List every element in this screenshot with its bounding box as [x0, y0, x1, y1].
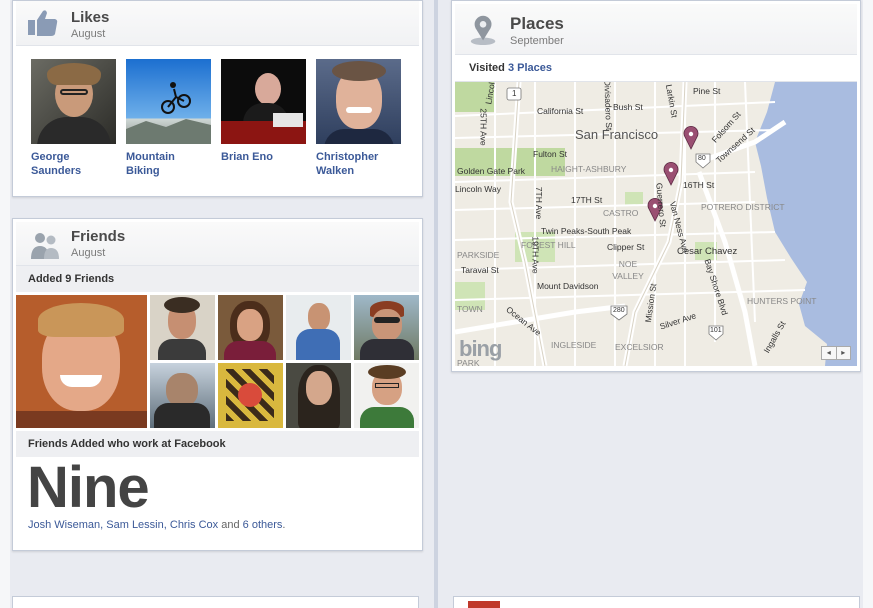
places-title: Places [510, 14, 564, 33]
friends-card: Friends August Added 9 Friends Friends A… [12, 218, 423, 551]
places-header: Places September [455, 4, 857, 55]
others-link[interactable]: 6 others [243, 519, 283, 531]
map-label-san-francisco: San Francisco [575, 127, 659, 142]
work-at-facebook-label: Friends Added who work at Facebook [16, 431, 419, 457]
friends-title: Friends [71, 228, 126, 245]
map-label-25th-ave: 25TH Ave [478, 108, 489, 146]
thumbs-up-icon [28, 10, 58, 37]
map-label-pine-st: Pine St [693, 86, 721, 96]
next-card-icon [468, 601, 500, 608]
hwy-101-shield: 101 [710, 327, 722, 334]
friend-count-word: Nine [27, 455, 150, 520]
friend-photo[interactable] [218, 363, 283, 428]
like-photo[interactable] [31, 59, 116, 144]
likes-subtitle: August [71, 28, 106, 40]
friend-photo[interactable] [354, 295, 419, 360]
map-prev-button[interactable]: ◂ [822, 347, 836, 359]
map-label-haight-ashbury: HAIGHT-ASHBURY [551, 164, 627, 174]
map-label-town: TOWN [457, 304, 483, 314]
visited-places-link[interactable]: 3 Places [508, 62, 552, 74]
places-map[interactable]: San Francisco California St Bush St Pine… [455, 82, 857, 366]
hwy-280-shield: 280 [613, 307, 625, 314]
places-card: Places September Visited 3 Places San Fr… [451, 0, 861, 372]
friends-icon [31, 233, 59, 259]
map-label-hunters-point: HUNTERS POINT [747, 296, 817, 306]
map-label-bush-st: Bush St [613, 102, 643, 112]
map-label-17th-st: 17TH St [571, 195, 603, 205]
map-label-taraval-st: Taraval St [461, 265, 499, 275]
location-pin-icon [470, 15, 496, 46]
friend-link-chris-cox[interactable]: Chris Cox [170, 519, 218, 531]
map-label-excelsior: EXCELSIOR [615, 342, 664, 352]
and-text: and [221, 519, 240, 531]
like-name[interactable]: Brian Eno [221, 150, 306, 164]
like-name[interactable]: Christopher Walken [316, 150, 401, 178]
map-label-clipper-st: Clipper St [607, 242, 645, 252]
friend-link-sam-lessin[interactable]: Sam Lessin [106, 519, 163, 531]
map-label-lincoln-way: Lincoln Way [455, 184, 501, 194]
like-photo[interactable] [126, 59, 211, 144]
like-brian-eno[interactable]: Brian Eno [221, 59, 306, 178]
map-label-mount-davidson: Mount Davidson [537, 281, 599, 291]
like-photo[interactable] [221, 59, 306, 144]
friend-photo-large[interactable] [16, 295, 147, 428]
map-label-16th-st: 16TH St [683, 180, 715, 190]
map-nav-controls: ◂ ▸ [821, 346, 851, 360]
likes-header: Likes August [16, 1, 419, 46]
map-label-ingleside: INGLESIDE [551, 340, 597, 350]
map-label-fulton-st: Fulton St [533, 149, 568, 159]
friend-photo[interactable] [354, 363, 419, 428]
left-gutter [0, 0, 10, 608]
map-label-twin-peaks: Twin Peaks-South Peak [541, 226, 632, 236]
like-christopher-walken[interactable]: Christopher Walken [316, 59, 401, 178]
next-card-right-stub [453, 596, 860, 608]
likes-title: Likes [71, 9, 110, 26]
map-label-19th-ave: 19TH Ave [530, 236, 541, 274]
like-name[interactable]: Mountain Biking [126, 150, 211, 178]
map-label-california-st: California St [537, 106, 584, 116]
friend-photo[interactable] [150, 295, 215, 360]
right-gutter [863, 0, 873, 608]
visited-places-line: Visited 3 Places [455, 55, 857, 82]
timeline-spine [434, 0, 438, 608]
like-george-saunders[interactable]: George Saunders [31, 59, 116, 178]
likes-grid: George Saunders Mountain Biking Brian En… [31, 59, 401, 178]
next-card-left-stub [12, 596, 419, 608]
map-label-forest-hill: FOREST HILL [521, 240, 576, 250]
map-label-divisadero: Divisadero St [602, 82, 615, 131]
friends-subtitle: August [71, 247, 106, 259]
hwy-80-shield: 80 [698, 155, 706, 162]
places-subtitle: September [510, 35, 564, 47]
map-next-button[interactable]: ▸ [835, 347, 851, 359]
added-friends-label: Added 9 Friends [16, 266, 419, 292]
map-label-noe-valley: NOE VALLEY [612, 259, 644, 281]
friend-link-josh-wiseman[interactable]: Josh Wiseman [28, 519, 100, 531]
bing-logo: bing [459, 336, 502, 361]
friends-photo-grid [16, 295, 419, 431]
friend-names-line: Josh Wiseman, Sam Lessin, Chris Cox and … [28, 519, 286, 531]
map-label-potrero-district: POTRERO DISTRICT [701, 202, 785, 212]
map-label-7th-ave: 7TH Ave [534, 186, 545, 220]
like-photo[interactable] [316, 59, 401, 144]
map-label-castro: CASTRO [603, 208, 639, 218]
friend-photo[interactable] [218, 295, 283, 360]
map-label-parkside: PARKSIDE [457, 250, 500, 260]
like-name[interactable]: George Saunders [31, 150, 116, 178]
friend-photo[interactable] [286, 363, 351, 428]
friend-photo[interactable] [150, 363, 215, 428]
friends-header: Friends August [16, 222, 419, 266]
map-label-golden-gate-park: Golden Gate Park [457, 166, 526, 176]
likes-card: Likes August George Saunders Mountain Bi… [12, 0, 423, 197]
friend-photo[interactable] [286, 295, 351, 360]
like-mountain-biking[interactable]: Mountain Biking [126, 59, 211, 178]
hwy-1-shield: 1 [512, 89, 517, 98]
map-canvas[interactable] [455, 82, 857, 366]
